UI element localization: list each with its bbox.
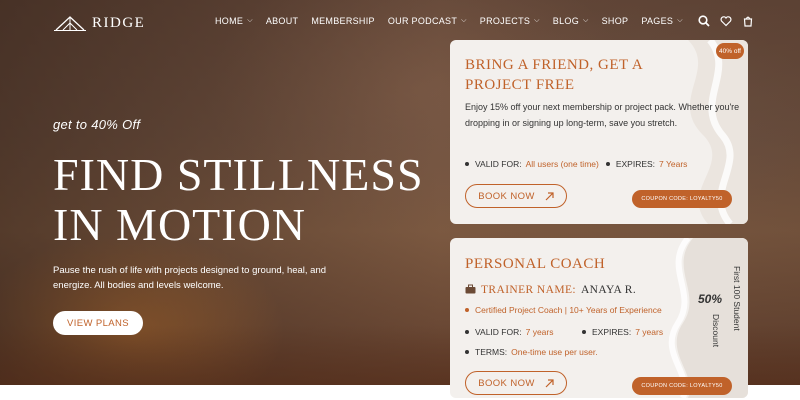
- terms-row: TERMS: One-time use per user.: [465, 347, 598, 357]
- expires-label: EXPIRES:: [615, 159, 656, 169]
- chevron-down-icon: ⌵: [247, 17, 253, 24]
- discount-badge: 40% off: [716, 43, 744, 59]
- nav-label: MEMBERSHIP: [311, 16, 375, 26]
- bullet-icon: [465, 162, 469, 166]
- trainer-row: TRAINER NAME: ANAYA R.: [465, 281, 636, 299]
- card-terms-row: VALID FOR: All users (one time) EXPIRES:…: [465, 159, 687, 169]
- bullet-icon: [465, 308, 469, 312]
- discount-percent: 50%: [698, 292, 723, 306]
- valid-for-row: VALID FOR: 7 years: [465, 327, 553, 337]
- hero-eyebrow: get to 40% Off: [53, 117, 141, 132]
- book-now-button[interactable]: BOOK NOW: [465, 184, 567, 208]
- hero-subtitle: Pause the rush of life with projects des…: [53, 265, 327, 291]
- expires-value: 7 years: [635, 327, 664, 337]
- valid-for-value: 7 years: [525, 327, 554, 337]
- coupon-code-pill[interactable]: COUPON CODE: LOYALTY50: [632, 377, 732, 395]
- view-plans-button[interactable]: VIEW PLANS: [53, 311, 143, 335]
- hero-title: FIND STILLNESS IN MOTION: [53, 150, 424, 250]
- discount-vertical-text: Discount: [711, 314, 721, 348]
- terms-label: TERMS:: [475, 347, 508, 357]
- main-nav: HOME ⌵ ABOUT MEMBERSHIP OUR PODCAST ⌵ PROJ…: [215, 16, 683, 26]
- chevron-down-icon: ⌵: [583, 17, 589, 24]
- trainer-name-label: TRAINER NAME:: [481, 284, 576, 296]
- credential-text: Certified Project Coach | 10+ Years of E…: [475, 305, 662, 315]
- card-description: Enjoy 15% off your next membership or pr…: [465, 102, 740, 128]
- first-100-student-text: First 100 Student: [732, 266, 742, 331]
- chevron-down-icon: ⌵: [461, 17, 467, 24]
- valid-for-value: All users (one time): [525, 159, 599, 169]
- card-title: PERSONAL COACH: [465, 256, 606, 272]
- terms-value: One-time use per user.: [511, 347, 598, 357]
- nav-label: ABOUT: [265, 16, 299, 26]
- expires-value: 7 Years: [659, 159, 688, 169]
- expires-label: EXPIRES:: [592, 327, 632, 337]
- bullet-icon: [465, 330, 469, 334]
- briefcase-icon: [465, 281, 476, 299]
- nav-item-home[interactable]: HOME ⌵: [215, 16, 253, 26]
- trainer-credential: Certified Project Coach | 10+ Years of E…: [465, 305, 662, 315]
- search-icon[interactable]: [698, 15, 710, 27]
- nav-label: SHOP: [601, 16, 629, 26]
- offer-card-bring-a-friend: 40% off BRING A FRIEND, GET A PROJECT FR…: [450, 40, 748, 224]
- nav-item-shop[interactable]: SHOP: [602, 16, 629, 26]
- hero-title-line-1: FIND STILLNESS: [53, 149, 424, 200]
- nav-label: PAGES: [641, 16, 674, 26]
- valid-for-label: VALID FOR:: [475, 159, 522, 169]
- brand-logo[interactable]: RIDGE: [54, 14, 145, 32]
- header-icons: [698, 15, 754, 27]
- mountain-logo-icon: [54, 16, 86, 31]
- nav-item-projects[interactable]: PROJECTS ⌵: [480, 16, 540, 26]
- chevron-down-icon: ⌵: [677, 17, 683, 24]
- hero-title-line-2: IN MOTION: [53, 199, 307, 250]
- nav-item-blog[interactable]: BLOG ⌵: [553, 16, 589, 26]
- trainer-name-value: ANAYA R.: [580, 284, 637, 296]
- arrow-up-right-icon: [545, 378, 554, 387]
- cart-icon[interactable]: [742, 15, 754, 27]
- nav-item-our-podcast[interactable]: OUR PODCAST ⌵: [388, 16, 467, 26]
- coupon-code-pill[interactable]: COUPON CODE: LOYALTY50: [632, 190, 732, 208]
- offer-card-personal-coach: PERSONAL COACH TRAINER NAME: ANAYA R. Ce…: [450, 238, 748, 398]
- bullet-icon: [582, 330, 586, 334]
- chevron-down-icon: ⌵: [534, 17, 540, 24]
- bullet-icon: [465, 350, 469, 354]
- heart-icon[interactable]: [720, 15, 732, 27]
- card-title: BRING A FRIEND, GET A PROJECT FREE: [465, 55, 643, 95]
- nav-item-about[interactable]: ABOUT: [266, 16, 299, 26]
- valid-for-label: VALID FOR:: [475, 327, 522, 337]
- card-title-line-2: PROJECT FREE: [465, 77, 575, 93]
- book-now-label: BOOK NOW: [478, 377, 535, 389]
- expires-row: EXPIRES: 7 years: [582, 327, 663, 337]
- book-now-label: BOOK NOW: [478, 190, 535, 202]
- bullet-icon: [605, 162, 610, 166]
- arrow-up-right-icon: [545, 191, 554, 200]
- nav-label: OUR PODCAST: [387, 16, 458, 26]
- nav-item-pages[interactable]: PAGES ⌵: [641, 16, 682, 26]
- nav-label: PROJECTS: [479, 16, 531, 26]
- nav-label: BLOG: [552, 16, 579, 26]
- nav-label: HOME: [215, 16, 244, 26]
- brand-name: RIDGE: [92, 14, 146, 31]
- nav-item-membership[interactable]: MEMBERSHIP: [311, 16, 375, 26]
- card-title-line-1: BRING A FRIEND, GET A: [465, 57, 644, 73]
- book-now-button[interactable]: BOOK NOW: [465, 371, 567, 395]
